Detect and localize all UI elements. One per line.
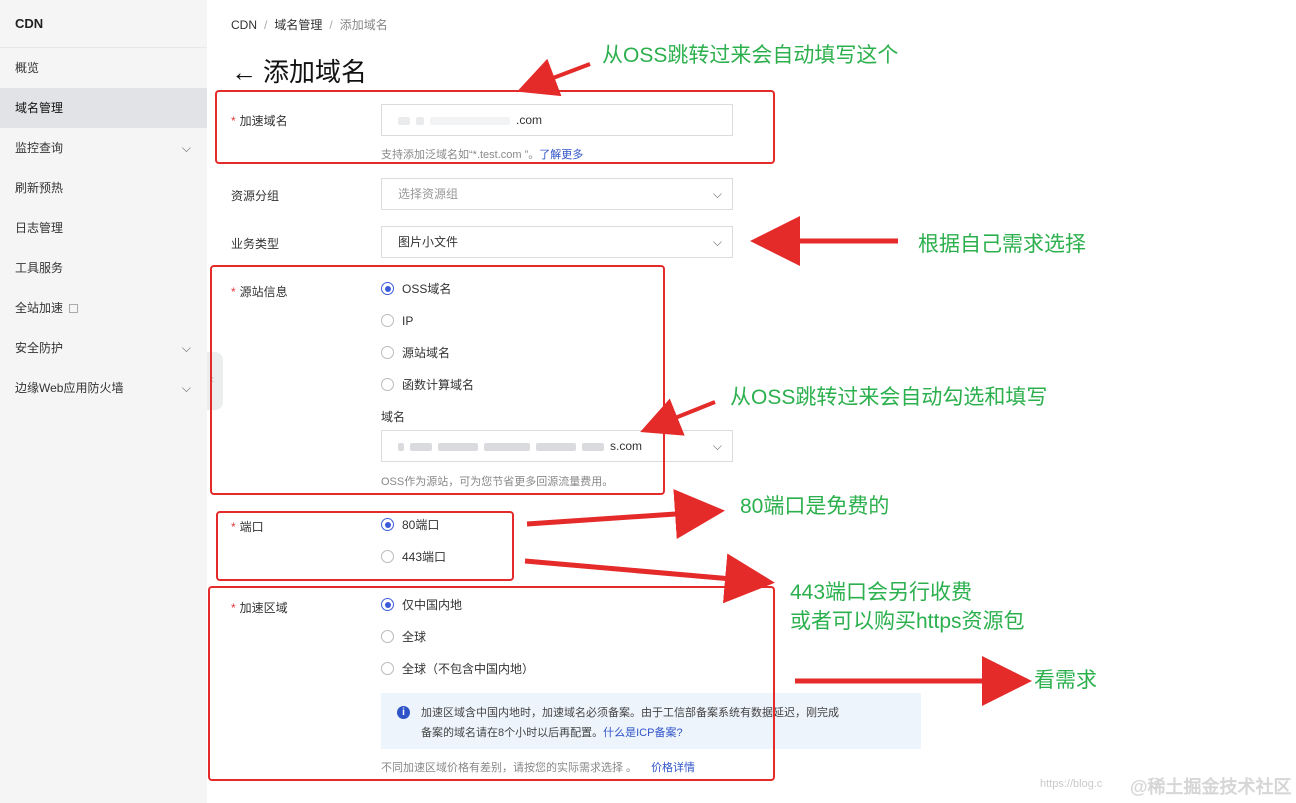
- note-auto-fill: 从OSS跳转过来会自动填写这个: [602, 44, 899, 67]
- watermark-url: https://blog.c: [1040, 778, 1103, 790]
- note-auto-check: 从OSS跳转过来会自动勾选和填写: [730, 386, 1048, 409]
- watermark-brand: @稀土掘金技术社区: [1130, 777, 1292, 797]
- note-port-80: 80端口是免费的: [740, 495, 890, 518]
- note-choose: 根据自己需求选择: [918, 233, 1086, 256]
- arrow-3: [640, 398, 716, 436]
- note-port-443-line2: 或者可以购买https资源包: [790, 610, 1025, 633]
- annotation-arrows: [517, 58, 1032, 706]
- note-port-443-line1: 443端口会另行收费: [790, 581, 973, 604]
- arrow-1: [517, 58, 591, 97]
- arrow-5: [524, 553, 775, 604]
- arrow-4: [526, 489, 725, 539]
- note-region: 看需求: [1034, 669, 1097, 692]
